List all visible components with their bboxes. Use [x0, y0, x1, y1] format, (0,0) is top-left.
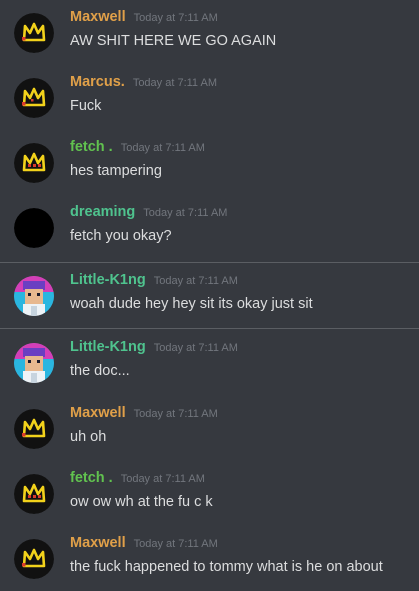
message-text: woah dude hey hey sit its okay just sit — [70, 296, 313, 312]
message-text: hes tampering — [70, 163, 162, 179]
message-author[interactable]: Little-K1ng Today at 7:11 AM — [70, 272, 238, 288]
crown-yellow-icon — [14, 13, 54, 53]
message-timestamp: Today at 7:11 AM — [143, 207, 228, 219]
chat-message: Little-K1ng Today at 7:11 AM the doc... — [0, 330, 419, 395]
chat-message-list: Maxwell Today at 7:11 AM AW SHIT HERE WE … — [0, 0, 419, 591]
author-name[interactable]: Little-K1ng — [70, 339, 146, 355]
avatar[interactable] — [14, 208, 54, 248]
author-name[interactable]: Marcus. — [70, 74, 125, 90]
crown-red-eyes-icon — [14, 474, 54, 514]
chat-message: Maxwell Today at 7:11 AM AW SHIT HERE WE … — [0, 0, 419, 65]
author-name[interactable]: fetch . — [70, 470, 113, 486]
pixel-character-avatar — [14, 276, 54, 316]
avatar[interactable] — [14, 78, 54, 118]
author-name[interactable]: Maxwell — [70, 535, 126, 551]
crown-yellow-icon — [14, 409, 54, 449]
message-text: AW SHIT HERE WE GO AGAIN — [70, 33, 277, 49]
avatar[interactable] — [14, 409, 54, 449]
author-name[interactable]: dreaming — [70, 204, 135, 220]
message-author[interactable]: fetch . Today at 7:11 AM — [70, 470, 205, 486]
crown-yellow-icon — [14, 78, 54, 118]
message-timestamp: Today at 7:11 AM — [133, 538, 218, 550]
avatar[interactable] — [14, 539, 54, 579]
avatar[interactable] — [14, 343, 54, 383]
author-name[interactable]: Maxwell — [70, 9, 126, 25]
message-text: the fuck happened to tommy what is he on… — [70, 559, 383, 575]
author-name[interactable]: Little-K1ng — [70, 272, 146, 288]
message-text: Fuck — [70, 98, 102, 114]
author-name[interactable]: Maxwell — [70, 405, 126, 421]
message-author[interactable]: Maxwell Today at 7:11 AM — [70, 9, 218, 25]
message-timestamp: Today at 7:11 AM — [120, 473, 205, 485]
message-timestamp: Today at 7:11 AM — [153, 342, 238, 354]
message-author[interactable]: Maxwell Today at 7:11 AM — [70, 405, 218, 421]
chat-message: Little-K1ng Today at 7:11 AM woah dude he… — [0, 263, 419, 328]
crown-yellow-icon — [14, 539, 54, 579]
chat-message: fetch . Today at 7:11 AM hes tampering — [0, 130, 419, 195]
message-author[interactable]: Maxwell Today at 7:11 AM — [70, 535, 218, 551]
message-timestamp: Today at 7:11 AM — [132, 77, 217, 89]
message-author[interactable]: Marcus. Today at 7:11 AM — [70, 74, 217, 90]
author-name[interactable]: fetch . — [70, 139, 113, 155]
chat-message: fetch . Today at 7:11 AM ow ow wh at the … — [0, 461, 419, 526]
message-timestamp: Today at 7:11 AM — [133, 12, 218, 24]
message-author[interactable]: fetch . Today at 7:11 AM — [70, 139, 205, 155]
avatar[interactable] — [14, 13, 54, 53]
message-timestamp: Today at 7:11 AM — [153, 275, 238, 287]
chat-message: dreaming Today at 7:11 AM fetch you okay? — [0, 195, 419, 260]
pixel-character-avatar — [14, 343, 54, 383]
avatar[interactable] — [14, 474, 54, 514]
chat-message: Marcus. Today at 7:11 AM Fuck — [0, 65, 419, 130]
message-text: ow ow wh at the fu c k — [70, 494, 213, 510]
message-text: uh oh — [70, 429, 107, 445]
black-circle-avatar — [14, 208, 54, 248]
chat-message: Maxwell Today at 7:11 AM the fuck happene… — [0, 526, 419, 591]
message-text: the doc... — [70, 363, 130, 379]
message-author[interactable]: dreaming Today at 7:11 AM — [70, 204, 227, 220]
chat-message: Maxwell Today at 7:11 AM uh oh — [0, 396, 419, 461]
message-timestamp: Today at 7:11 AM — [133, 408, 218, 420]
avatar[interactable] — [14, 276, 54, 316]
message-divider — [0, 328, 419, 329]
crown-red-eyes-icon — [14, 143, 54, 183]
message-text: fetch you okay? — [70, 228, 172, 244]
avatar[interactable] — [14, 143, 54, 183]
message-author[interactable]: Little-K1ng Today at 7:11 AM — [70, 339, 238, 355]
message-timestamp: Today at 7:11 AM — [120, 142, 205, 154]
